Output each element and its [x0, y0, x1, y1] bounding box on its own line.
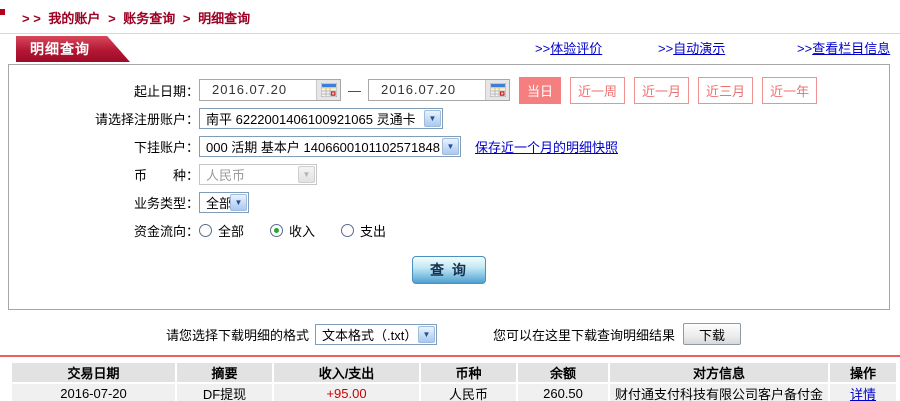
col-header-currency: 币种 — [421, 363, 516, 382]
col-header-date: 交易日期 — [12, 363, 175, 382]
radio-icon[interactable] — [341, 223, 355, 237]
register-account-value: 南平 6222001406100921065 灵通卡 — [206, 111, 416, 127]
link-prefix: >> — [658, 41, 674, 56]
sub-account-value: 000 活期 基本户 1406600101102571848 — [206, 139, 440, 155]
download-format-label: 请您选择下载明细的格式 — [166, 327, 310, 343]
save-snapshot-link[interactable]: 保存近一个月的明细快照 — [475, 137, 618, 156]
breadcrumb-prefix: > > — [22, 11, 41, 26]
download-format-value: 文本格式（.txt） — [322, 327, 418, 343]
col-header-balance: 余额 — [518, 363, 608, 382]
radio-checked-icon[interactable] — [270, 223, 284, 237]
query-form-panel: 起止日期： 2016.07.20 — 2016.07.20 当日 近一周 近一月… — [8, 64, 890, 310]
currency-value: 人民币 — [206, 167, 246, 183]
flow-radio-income-label: 收入 — [289, 223, 316, 239]
biz-type-row: 业务类型： 全部 ▼ — [9, 190, 889, 214]
left-edge-marker — [0, 9, 5, 15]
flow-radio-all-label: 全部 — [218, 223, 245, 239]
download-section: 请您选择下载明细的格式 文本格式（.txt） ▼ 您可以在这里下载查询明细结果 … — [0, 321, 900, 347]
currency-select: 人民币 ▼ — [199, 163, 317, 185]
radio-icon[interactable] — [199, 223, 212, 237]
link-label: 自动演示 — [673, 41, 726, 56]
cell-balance: 260.50 — [518, 384, 608, 401]
table-row: 2016-07-20 DF提现 +95.00 人民币 260.50 财付通支付科… — [12, 384, 896, 401]
top-links: >>体验评价 >>自动演示 >>查看栏目信息 — [0, 38, 900, 58]
start-date-value: 2016.07.20 — [212, 82, 288, 97]
link-label: 体验评价 — [550, 41, 603, 56]
chevron-down-icon[interactable]: ▼ — [442, 137, 459, 155]
register-account-label: 请选择注册账户： — [94, 111, 199, 127]
period-button-today[interactable]: 当日 — [519, 76, 562, 104]
chevron-down-icon[interactable]: ▼ — [230, 193, 247, 211]
register-account-select[interactable]: 南平 6222001406100921065 灵通卡 ▼ — [199, 107, 443, 129]
column-info-link[interactable]: >>查看栏目信息 — [797, 38, 890, 57]
page-header: > > 我的账户 > 账务查询 > 明细查询 明细查询 >>体验评价 >>自动演… — [0, 0, 900, 64]
date-range-separator: — — [348, 82, 361, 98]
breadcrumb: > > 我的账户 > 账务查询 > 明细查询 — [22, 8, 254, 27]
calendar-icon[interactable] — [485, 80, 509, 100]
cell-summary: DF提现 — [177, 384, 272, 401]
period-button-month[interactable]: 近一月 — [634, 76, 690, 104]
sub-account-row: 下挂账户： 000 活期 基本户 1406600101102571848 ▼ 保… — [9, 134, 889, 158]
currency-label: 币 种： — [133, 167, 199, 183]
register-account-row: 请选择注册账户： 南平 6222001406100921065 灵通卡 ▼ — [9, 106, 889, 130]
breadcrumb-item-account-query[interactable]: 账务查询 — [123, 11, 175, 26]
flow-radio-expense-label: 支出 — [360, 223, 387, 239]
date-range-row: 起止日期： 2016.07.20 — 2016.07.20 当日 近一周 近一月… — [9, 76, 889, 104]
experience-rating-link[interactable]: >>体验评价 — [535, 38, 602, 57]
link-label: 查看栏目信息 — [812, 41, 891, 56]
period-button-year[interactable]: 近一年 — [762, 76, 818, 104]
sub-account-select[interactable]: 000 活期 基本户 1406600101102571848 ▼ — [199, 135, 461, 157]
download-format-select[interactable]: 文本格式（.txt） ▼ — [315, 323, 438, 345]
end-date-input[interactable]: 2016.07.20 — [368, 79, 510, 101]
auto-demo-link[interactable]: >>自动演示 — [658, 38, 725, 57]
table-header-row: 交易日期 摘要 收入/支出 币种 余额 对方信息 操作 — [12, 363, 896, 382]
currency-row: 币 种： 人民币 ▼ — [9, 162, 889, 186]
fund-flow-row: 资金流向： 全部 收入 支出 — [9, 218, 889, 242]
breadcrumb-item-my-account[interactable]: 我的账户 — [48, 11, 100, 26]
cell-action: 详情 — [830, 384, 896, 401]
fund-flow-label: 资金流向： — [133, 223, 199, 239]
cell-counterparty: 财付通支付科技有限公司客户备付金 — [610, 384, 828, 401]
col-header-summary: 摘要 — [177, 363, 272, 382]
calendar-icon[interactable] — [316, 80, 340, 100]
flow-radio-all[interactable]: 全部 — [199, 221, 244, 240]
start-date-input[interactable]: 2016.07.20 — [199, 79, 341, 101]
result-table: 交易日期 摘要 收入/支出 币种 余额 对方信息 操作 2016-07-20 D… — [10, 361, 898, 401]
chevron-down-icon[interactable]: ▼ — [424, 109, 441, 127]
query-button[interactable]: 查 询 — [412, 256, 486, 284]
col-header-action: 操作 — [830, 363, 896, 382]
col-header-counterparty: 对方信息 — [610, 363, 828, 382]
cell-amount: +95.00 — [274, 384, 419, 401]
period-button-week[interactable]: 近一周 — [570, 76, 626, 104]
link-prefix: >> — [535, 41, 551, 56]
download-hint: 您可以在这里下载查询明细结果 — [493, 327, 676, 343]
col-header-amount: 收入/支出 — [274, 363, 419, 382]
end-date-value: 2016.07.20 — [381, 82, 457, 97]
sub-account-label: 下挂账户： — [133, 139, 199, 155]
link-prefix: >> — [797, 41, 813, 56]
chevron-down-icon: ▼ — [298, 165, 315, 183]
breadcrumb-separator: > — [108, 11, 116, 26]
breadcrumb-separator: > — [182, 11, 191, 26]
biz-type-label: 业务类型： — [133, 195, 199, 211]
cell-date: 2016-07-20 — [12, 384, 175, 401]
red-divider — [0, 355, 900, 357]
fund-flow-options: 全部 收入 支出 — [199, 221, 412, 240]
divider — [0, 33, 900, 34]
date-range-label: 起止日期： — [133, 83, 199, 99]
flow-radio-income[interactable]: 收入 — [270, 221, 315, 240]
cell-currency: 人民币 — [421, 384, 516, 401]
biz-type-select[interactable]: 全部 ▼ — [199, 191, 249, 213]
flow-radio-expense[interactable]: 支出 — [341, 221, 386, 240]
download-button[interactable]: 下载 — [683, 323, 742, 345]
query-button-row: 查 询 — [9, 256, 889, 284]
detail-link[interactable]: 详情 — [850, 387, 876, 401]
chevron-down-icon[interactable]: ▼ — [418, 325, 436, 343]
biz-type-value: 全部 — [206, 195, 230, 211]
breadcrumb-item-detail-query[interactable]: 明细查询 — [198, 11, 250, 26]
period-button-quarter[interactable]: 近三月 — [698, 76, 754, 104]
